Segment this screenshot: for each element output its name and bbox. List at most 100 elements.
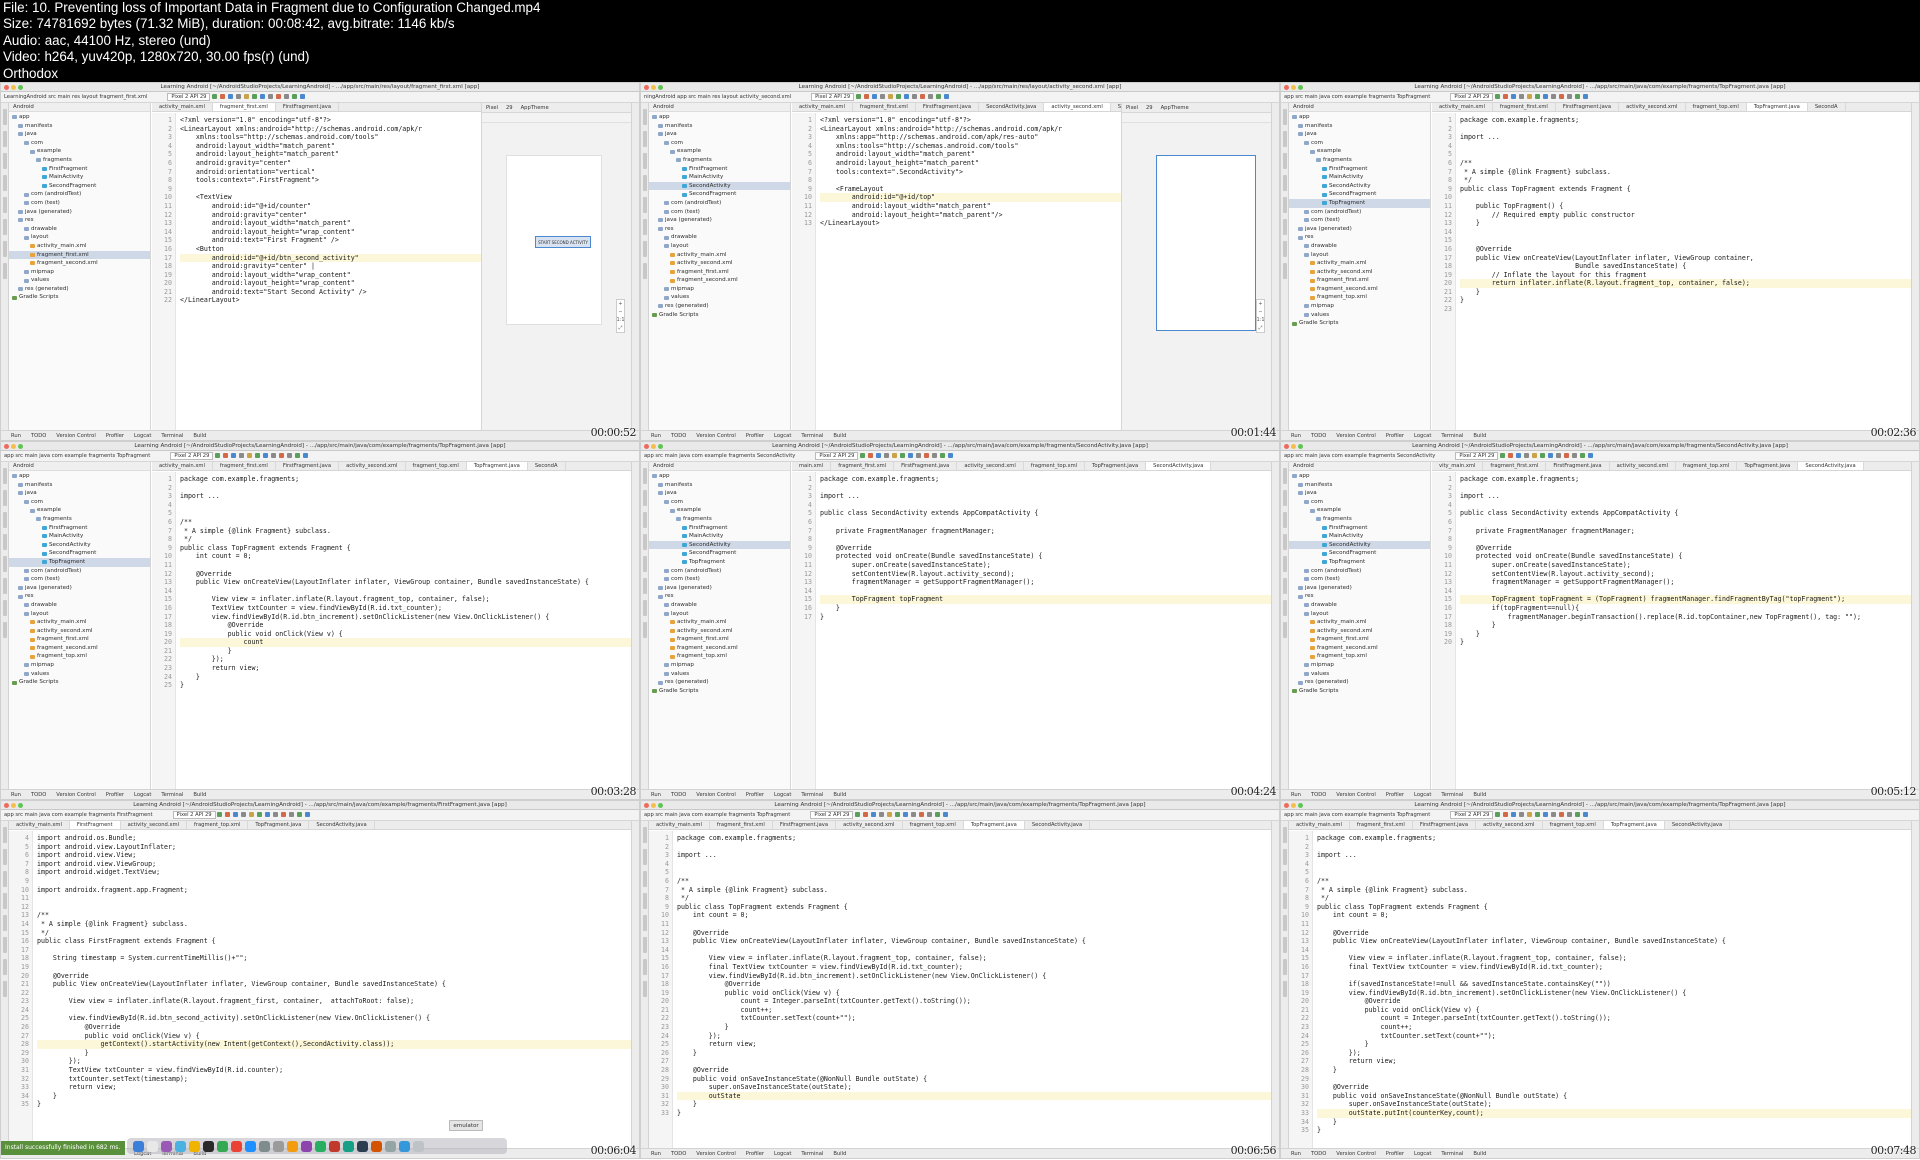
project-tree-item[interactable]: com	[649, 498, 790, 507]
tool-window-tab[interactable]: TODO	[1311, 433, 1326, 439]
tool-window-tab[interactable]: Profiler	[1386, 1151, 1404, 1157]
toolbar-action-icon[interactable]	[265, 812, 271, 817]
code-line[interactable]: txtCounter.setText(timestamp);	[37, 1075, 631, 1084]
code-area[interactable]: 1 2 3 4 5 6 7 8 9 10 11 12 13 <?xml version="1.0" enc…	[792, 113, 1121, 430]
tool-window-button[interactable]	[642, 578, 647, 594]
toolbar-action-icon[interactable]	[1550, 812, 1556, 817]
code-line[interactable]: // Inflate the layout for this fragment	[1460, 271, 1911, 280]
tool-window-tab[interactable]: Run	[11, 433, 21, 439]
tool-window-tab[interactable]: Profiler	[746, 1151, 764, 1157]
code-line[interactable]: @Override	[1317, 997, 1911, 1006]
tool-window-button[interactable]	[2, 849, 7, 865]
code-line[interactable]: </LinearLayout>	[820, 219, 1121, 228]
project-tree-item[interactable]: fragment_second.xml	[9, 644, 150, 653]
code-line[interactable]	[180, 185, 481, 194]
project-tree-item[interactable]: activity_second.xml	[9, 627, 150, 636]
toolbar-action-icon[interactable]	[302, 453, 308, 458]
code-line[interactable]: public void onSaveInstanceState(@NonNull…	[677, 1075, 1271, 1084]
code-line[interactable]: TextView txtCounter = view.findViewById(…	[180, 604, 631, 613]
project-tree-item[interactable]: example	[9, 147, 150, 156]
project-tree-item[interactable]: fragment_top.xml	[1289, 652, 1430, 661]
zoom-button[interactable]: 1:1	[1256, 316, 1264, 324]
toolbar-action-icon[interactable]	[1582, 94, 1588, 99]
editor-tab[interactable]: SecondActivity.java	[1025, 821, 1091, 829]
minimize-window-button[interactable]	[11, 803, 16, 808]
code-lines[interactable]: package com.example.fragments; import ...…	[1460, 116, 1911, 314]
breadcrumb[interactable]: app src main java com example fragments …	[644, 812, 790, 818]
project-tree-item[interactable]: SecondFragment	[9, 549, 150, 558]
tool-window-button[interactable]	[1282, 197, 1287, 213]
breadcrumb[interactable]: app src main java com example fragments …	[4, 453, 150, 459]
toolbar-action-icon[interactable]	[305, 812, 311, 817]
code-line[interactable]: </LinearLayout>	[180, 296, 481, 305]
code-line[interactable]: public class TopFragment extends Fragmen…	[180, 544, 631, 553]
tool-window-tab[interactable]: Build	[193, 792, 206, 798]
code-line[interactable]: * A simple {@link Fragment} subclass.	[180, 527, 631, 536]
project-tree-item[interactable]: manifests	[9, 122, 150, 131]
code-line[interactable]: if(topFragment==null){	[1460, 604, 1911, 613]
project-tree-item[interactable]: res (generated)	[649, 678, 790, 687]
project-tree-item[interactable]: activity_second.xml	[1289, 627, 1430, 636]
code-line[interactable]	[37, 1006, 631, 1015]
toolbar-action-icon[interactable]	[863, 94, 869, 99]
project-tree-item[interactable]: layout	[649, 242, 790, 251]
toolbar-action-icon[interactable]	[273, 812, 279, 817]
code-line[interactable]	[37, 989, 631, 998]
code-line[interactable]	[820, 501, 1271, 510]
editor-tab[interactable]: vity_main.xml	[1432, 462, 1484, 470]
code-line[interactable]	[1317, 868, 1911, 877]
project-tree-item[interactable]: fragment_first.xml	[9, 635, 150, 644]
toolbar-action-icon[interactable]	[1563, 453, 1569, 458]
toolbar-action-icon[interactable]	[241, 812, 247, 817]
code-line[interactable]: public View onCreateView(LayoutInflater …	[1460, 254, 1911, 263]
code-line[interactable]	[1317, 860, 1911, 869]
tool-window-button[interactable]	[642, 622, 647, 638]
tool-window-button[interactable]	[1282, 263, 1287, 279]
editor-tab[interactable]: TopFragment.java	[1603, 821, 1665, 829]
toolbar-action-icon[interactable]	[894, 812, 900, 817]
tool-window-tab[interactable]: Run	[1291, 433, 1301, 439]
code-line[interactable]: @Override	[677, 929, 1271, 938]
toolbar-action-icon[interactable]	[214, 453, 220, 458]
project-tree-item[interactable]: FirstFragment	[649, 165, 790, 174]
minimize-window-button[interactable]	[651, 85, 656, 90]
editor-tab[interactable]: activity_second.xml	[339, 462, 406, 470]
tool-window-button[interactable]	[2, 512, 7, 528]
toolbar-action-icon[interactable]	[1566, 812, 1572, 817]
tool-window-button[interactable]	[1282, 622, 1287, 638]
toolbar-action-icon[interactable]	[222, 453, 228, 458]
code-line[interactable]: @Override	[1317, 1083, 1911, 1092]
tool-window-button[interactable]	[2, 109, 7, 125]
toolbar-action-icon[interactable]	[947, 453, 953, 458]
code-line[interactable]: }	[37, 1049, 631, 1058]
editor-tab[interactable]: fragment_top.xml	[903, 821, 964, 829]
editor-tab[interactable]: FirstFragment.java	[276, 462, 340, 470]
toolbar-action-icon[interactable]	[211, 94, 217, 99]
tool-window-button[interactable]	[1282, 490, 1287, 506]
tool-window-button[interactable]	[642, 556, 647, 572]
tool-window-tab[interactable]: Run	[651, 792, 661, 798]
editor-tab[interactable]: FirstFragment.java	[1556, 103, 1620, 111]
code-line[interactable]: import android.view.LayoutInflater;	[37, 843, 631, 852]
code-line[interactable]: import android.view.ViewGroup;	[37, 860, 631, 869]
minimize-window-button[interactable]	[1291, 444, 1296, 449]
tool-window-tab[interactable]: TODO	[671, 1151, 686, 1157]
toolbar-action-icon[interactable]	[1547, 453, 1553, 458]
tool-window-button[interactable]	[1282, 175, 1287, 191]
code-line[interactable]	[1460, 142, 1911, 151]
toolbar-action-icon[interactable]	[1539, 453, 1545, 458]
project-tree-item[interactable]: MainActivity	[1289, 173, 1430, 182]
tool-window-tab[interactable]: Build	[193, 433, 206, 439]
code-line[interactable]: public void onSaveInstanceState(@NonNull…	[1317, 1092, 1911, 1101]
project-tree-item[interactable]: fragment_top.xml	[9, 652, 150, 661]
tool-window-button[interactable]	[1282, 915, 1287, 931]
tool-window-button[interactable]	[642, 849, 647, 865]
toolbar-action-icon[interactable]	[1507, 453, 1513, 458]
project-tree-item[interactable]: Gradle Scripts	[9, 678, 150, 687]
code-line[interactable]: android:layout_width="match_parent"	[820, 202, 1121, 211]
project-tree-item[interactable]: java	[1289, 489, 1430, 498]
code-line[interactable]: view.findViewById(R.id.btn_second_activi…	[37, 1014, 631, 1023]
code-line[interactable]	[1460, 125, 1911, 134]
code-line[interactable]: */	[677, 894, 1271, 903]
code-area[interactable]: 1 2 3 4 5 6 7 8 9 10 11 12 13 14 15 16 17 package com.exa…	[792, 472, 1271, 789]
